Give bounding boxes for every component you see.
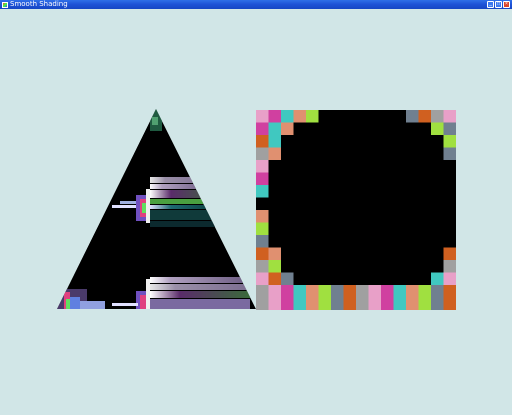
- border-tile: [443, 147, 456, 160]
- border-tile: [393, 285, 406, 298]
- border-tile: [431, 285, 444, 298]
- border-tile: [256, 272, 269, 285]
- border-tile: [443, 122, 456, 135]
- border-tile: [281, 272, 294, 285]
- title-bar[interactable]: Smooth Shading _ □ ×: [0, 0, 512, 9]
- border-tile: [318, 285, 331, 298]
- border-tile: [268, 285, 281, 298]
- border-tile: [343, 285, 356, 298]
- border-tile: [431, 297, 444, 310]
- border-tile: [256, 260, 269, 273]
- border-tile: [368, 285, 381, 298]
- border-tile: [343, 297, 356, 310]
- border-tile: [268, 135, 281, 148]
- border-tile: [281, 285, 294, 298]
- border-tile: [356, 285, 369, 298]
- border-tile: [393, 297, 406, 310]
- border-tile: [268, 110, 281, 123]
- border-tile: [256, 147, 269, 160]
- border-tile: [256, 160, 269, 173]
- border-tile: [256, 110, 269, 123]
- border-tile: [443, 297, 456, 310]
- border-tile: [431, 122, 444, 135]
- border-tile: [406, 110, 419, 123]
- border-tile: [256, 172, 269, 185]
- border-tile: [406, 297, 419, 310]
- border-tile: [268, 247, 281, 260]
- border-tile: [418, 110, 431, 123]
- border-tile: [268, 122, 281, 135]
- border-tile: [331, 285, 344, 298]
- border-tile: [443, 110, 456, 123]
- close-icon[interactable]: ×: [503, 1, 510, 8]
- border-tile: [368, 297, 381, 310]
- border-tile: [443, 247, 456, 260]
- window-title: Smooth Shading: [10, 0, 68, 8]
- border-tile: [306, 297, 319, 310]
- border-tile: [318, 297, 331, 310]
- border-tile: [431, 110, 444, 123]
- border-tile: [406, 285, 419, 298]
- border-tile: [256, 185, 269, 198]
- border-tile: [381, 297, 394, 310]
- shaded-triangle: [57, 109, 256, 309]
- border-tile: [443, 135, 456, 148]
- border-tile: [256, 235, 269, 248]
- border-tile: [281, 110, 294, 123]
- border-tile: [268, 272, 281, 285]
- border-tile: [256, 210, 269, 223]
- border-tile: [331, 297, 344, 310]
- border-tile: [306, 285, 319, 298]
- border-tile: [418, 285, 431, 298]
- border-tile: [281, 297, 294, 310]
- border-tile: [293, 285, 306, 298]
- border-tile: [443, 260, 456, 273]
- border-tile: [268, 260, 281, 273]
- border-tile: [256, 122, 269, 135]
- minimize-icon[interactable]: _: [487, 1, 494, 8]
- border-tile: [293, 110, 306, 123]
- border-tile: [256, 135, 269, 148]
- scene-svg: [57, 109, 456, 310]
- render-canvas[interactable]: [0, 9, 512, 410]
- window-controls: _ □ ×: [487, 1, 510, 8]
- border-tile: [431, 272, 444, 285]
- shaded-square: [256, 110, 456, 310]
- border-tile: [256, 222, 269, 235]
- border-tile: [256, 285, 269, 298]
- border-tile: [381, 285, 394, 298]
- border-tile: [256, 247, 269, 260]
- border-tile: [306, 110, 319, 123]
- border-tile: [268, 147, 281, 160]
- border-tile: [256, 297, 269, 310]
- border-tile: [443, 285, 456, 298]
- border-tile: [281, 122, 294, 135]
- maximize-icon[interactable]: □: [495, 1, 502, 8]
- app-icon: [2, 1, 8, 8]
- border-tile: [268, 297, 281, 310]
- border-tile: [293, 297, 306, 310]
- border-tile: [418, 297, 431, 310]
- border-tile: [443, 272, 456, 285]
- border-tile: [356, 297, 369, 310]
